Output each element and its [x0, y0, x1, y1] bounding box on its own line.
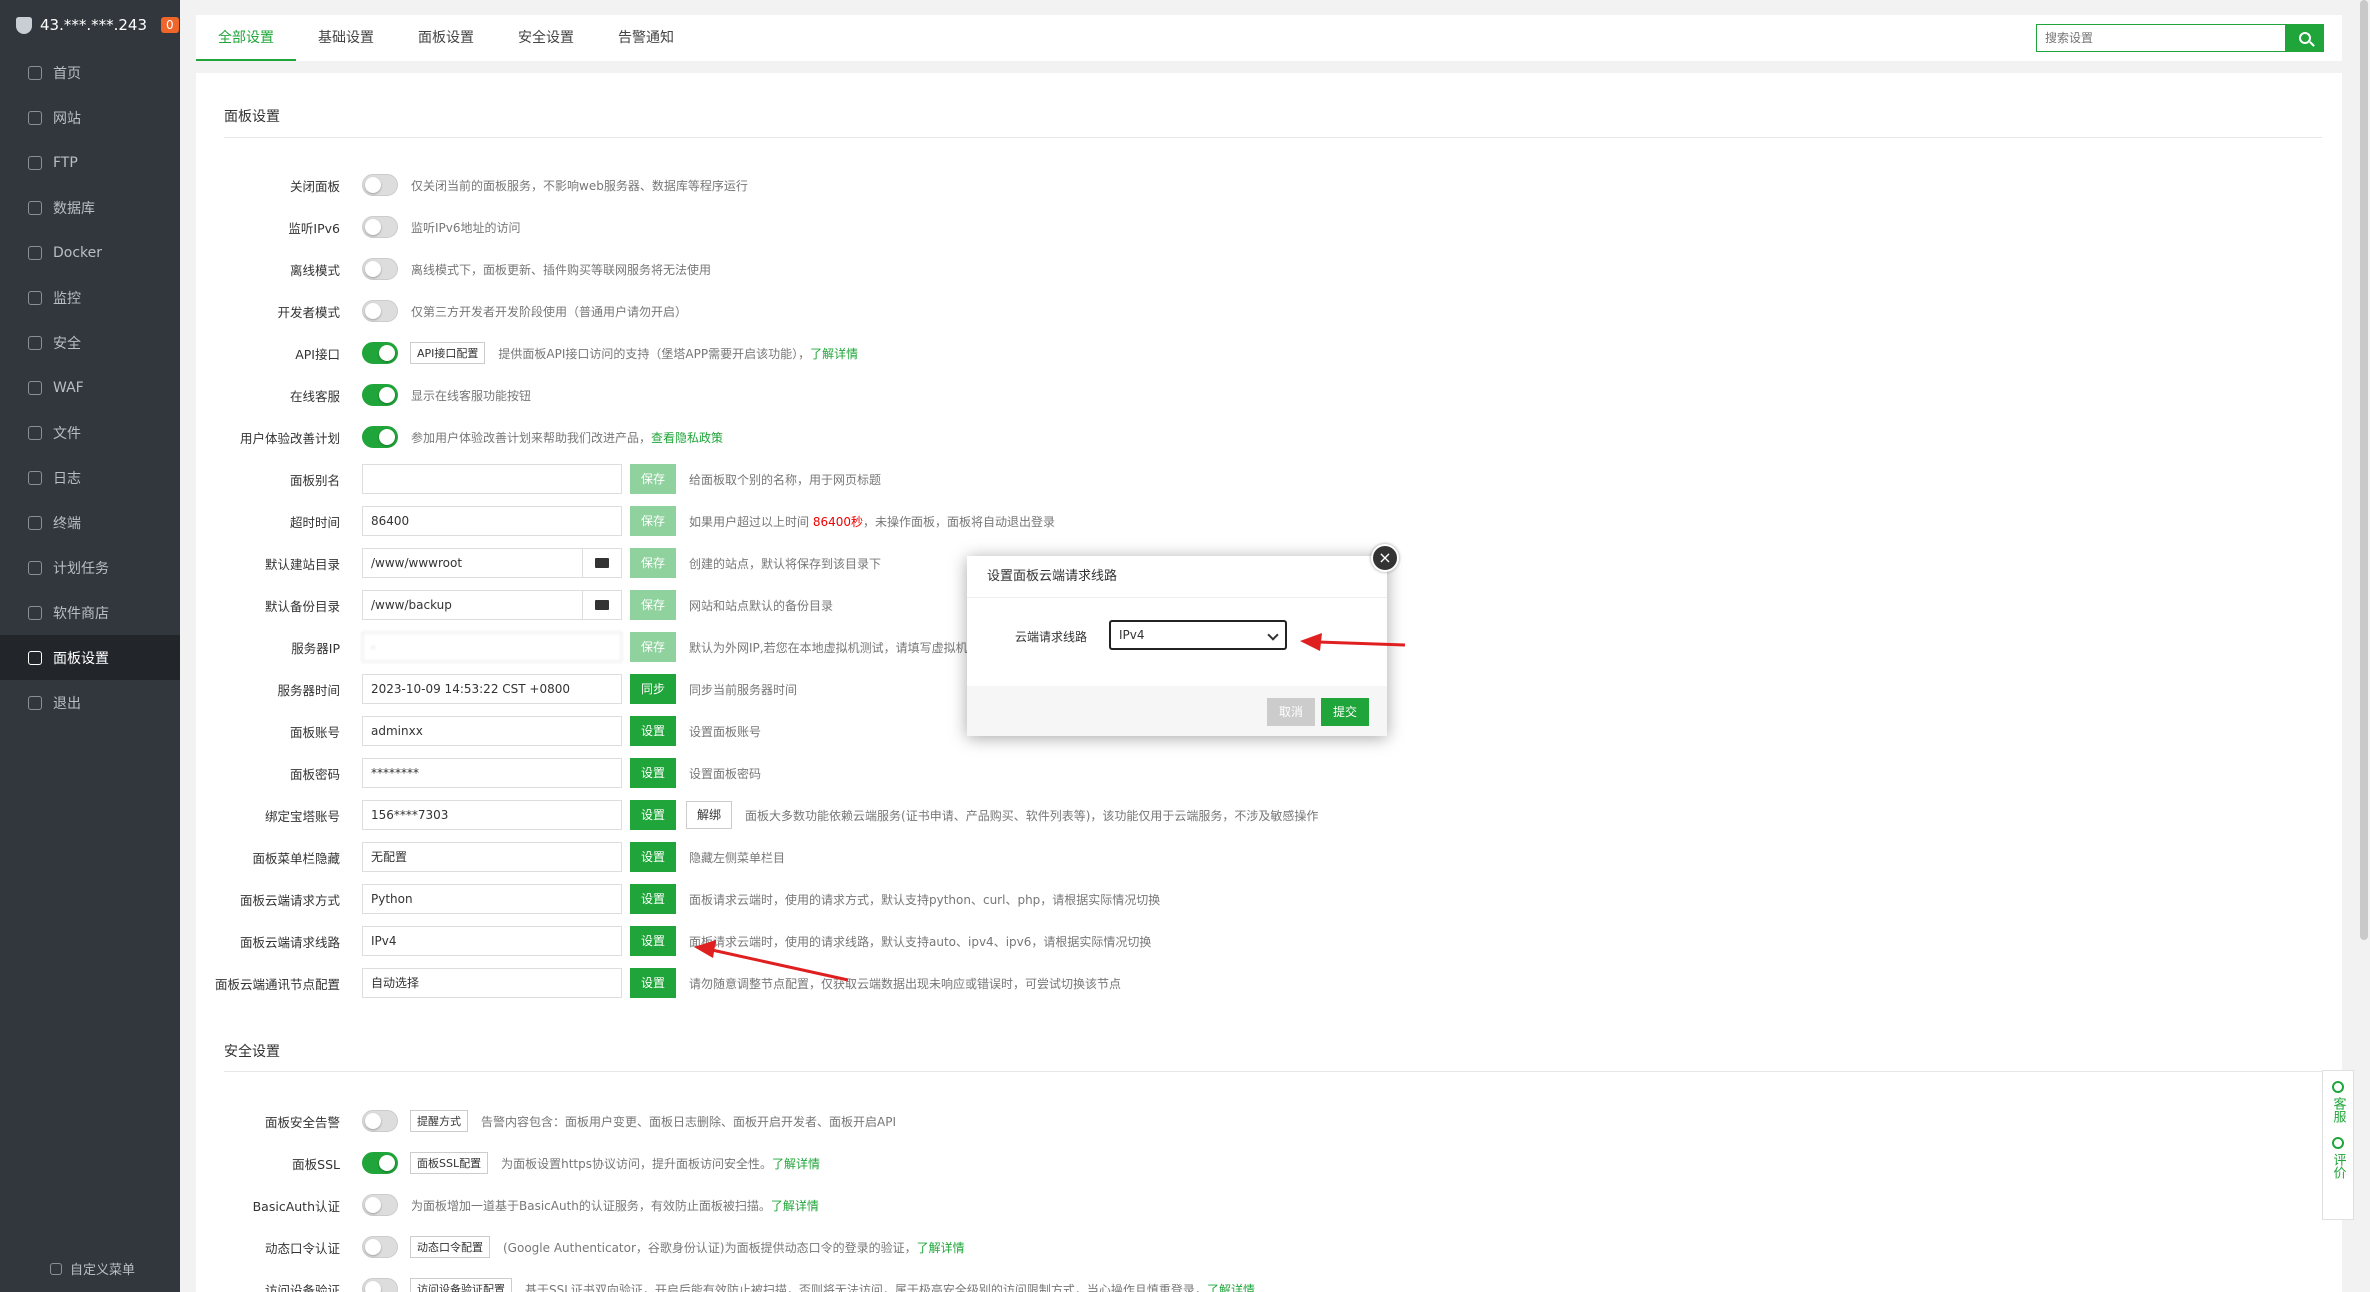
customer-service-button[interactable]: 客服 — [2323, 1071, 2353, 1127]
floating-help-panel: 客服 评价 — [2322, 1070, 2354, 1220]
arrowhead-icon — [694, 940, 716, 958]
edit-icon — [2332, 1137, 2344, 1149]
review-button[interactable]: 评价 — [2323, 1127, 2353, 1183]
arrow-to-setting — [711, 948, 849, 982]
arrow-to-select — [1317, 640, 1406, 647]
headset-icon — [2332, 1081, 2344, 1093]
review-label: 评价 — [2330, 1153, 2346, 1179]
arrowhead-icon — [1300, 633, 1322, 651]
scrollbar[interactable] — [2360, 0, 2368, 940]
customer-service-label: 客服 — [2330, 1097, 2346, 1123]
annotation-arrows — [694, 633, 1406, 982]
